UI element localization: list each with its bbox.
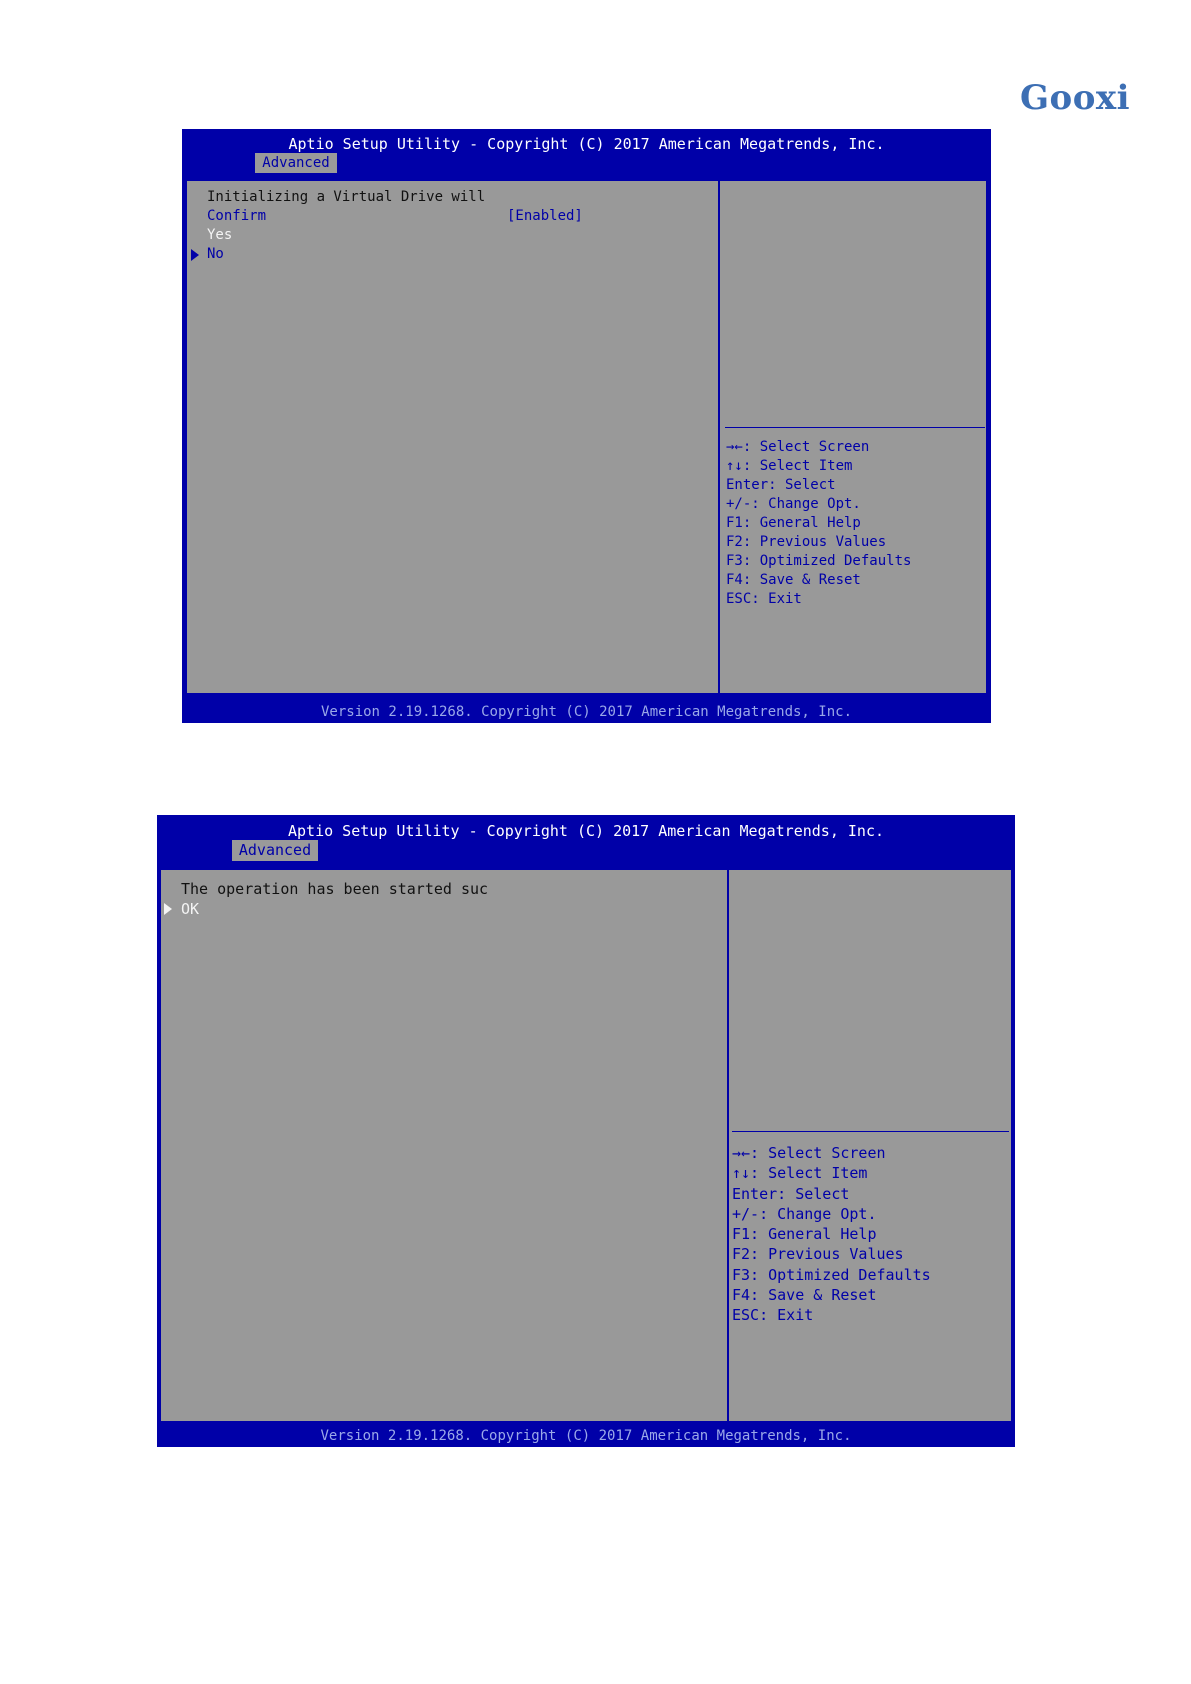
help-previous-values: F2: Previous Values: [732, 1245, 904, 1264]
help-keys: →←: Select Screen ↑↓: Select Item Enter:…: [726, 438, 911, 609]
confirm-option-label[interactable]: Confirm: [207, 207, 266, 226]
bios-screen-result: Aptio Setup Utility - Copyright (C) 2017…: [157, 815, 1015, 1447]
help-change-opt: +/-: Change Opt.: [726, 496, 861, 512]
confirm-option-value[interactable]: [Enabled]: [507, 207, 583, 226]
bios-main-panel: [185, 179, 988, 695]
help-exit: ESC: Exit: [732, 1306, 814, 1325]
help-save-reset: F4: Save & Reset: [726, 572, 861, 588]
choice-no[interactable]: No: [207, 245, 224, 264]
help-optimized-defaults: F3: Optimized Defaults: [726, 553, 912, 569]
choice-yes[interactable]: Yes: [207, 226, 232, 245]
dialog-message: Initializing a Virtual Drive will: [207, 189, 486, 205]
help-general-help: F1: General Help: [726, 515, 861, 531]
help-keys: →←: Select Screen ↑↓: Select Item Enter:…: [732, 1143, 931, 1326]
help-separator: [725, 427, 985, 428]
panel-divider: [718, 181, 720, 693]
help-save-reset: F4: Save & Reset: [732, 1286, 877, 1305]
bios-header-title: Aptio Setup Utility - Copyright (C) 2017…: [288, 135, 885, 153]
help-separator: [732, 1131, 1009, 1132]
help-change-opt: +/-: Change Opt.: [732, 1204, 877, 1223]
gooxi-logo: Gooxi: [1020, 78, 1131, 118]
bios-footer: Version 2.19.1268. Copyright (C) 2017 Am…: [320, 704, 852, 720]
bios-footer: Version 2.19.1268. Copyright (C) 2017 Am…: [320, 1428, 852, 1444]
choice-ok[interactable]: OK: [181, 899, 199, 919]
bios-screen-confirm: Aptio Setup Utility - Copyright (C) 2017…: [182, 129, 991, 723]
help-enter-select: Enter: Select: [726, 477, 836, 493]
help-select-screen: →←: Select Screen: [726, 439, 870, 455]
tab-advanced[interactable]: Advanced: [255, 153, 337, 173]
tab-advanced[interactable]: Advanced: [232, 840, 318, 861]
help-previous-values: F2: Previous Values: [726, 534, 887, 550]
help-select-screen: →←: Select Screen: [732, 1144, 886, 1162]
selection-arrow-icon: [164, 903, 172, 915]
help-general-help: F1: General Help: [732, 1225, 877, 1244]
help-optimized-defaults: F3: Optimized Defaults: [732, 1265, 931, 1284]
help-select-item: ↑↓: Select Item: [726, 458, 853, 474]
dialog-message: The operation has been started suc: [181, 880, 489, 898]
panel-divider: [727, 870, 729, 1421]
selection-arrow-icon: [191, 249, 199, 261]
help-enter-select: Enter: Select: [732, 1184, 850, 1203]
help-select-item: ↑↓: Select Item: [732, 1164, 868, 1183]
bios-header-title: Aptio Setup Utility - Copyright (C) 2017…: [287, 822, 885, 840]
help-exit: ESC: Exit: [726, 591, 802, 607]
